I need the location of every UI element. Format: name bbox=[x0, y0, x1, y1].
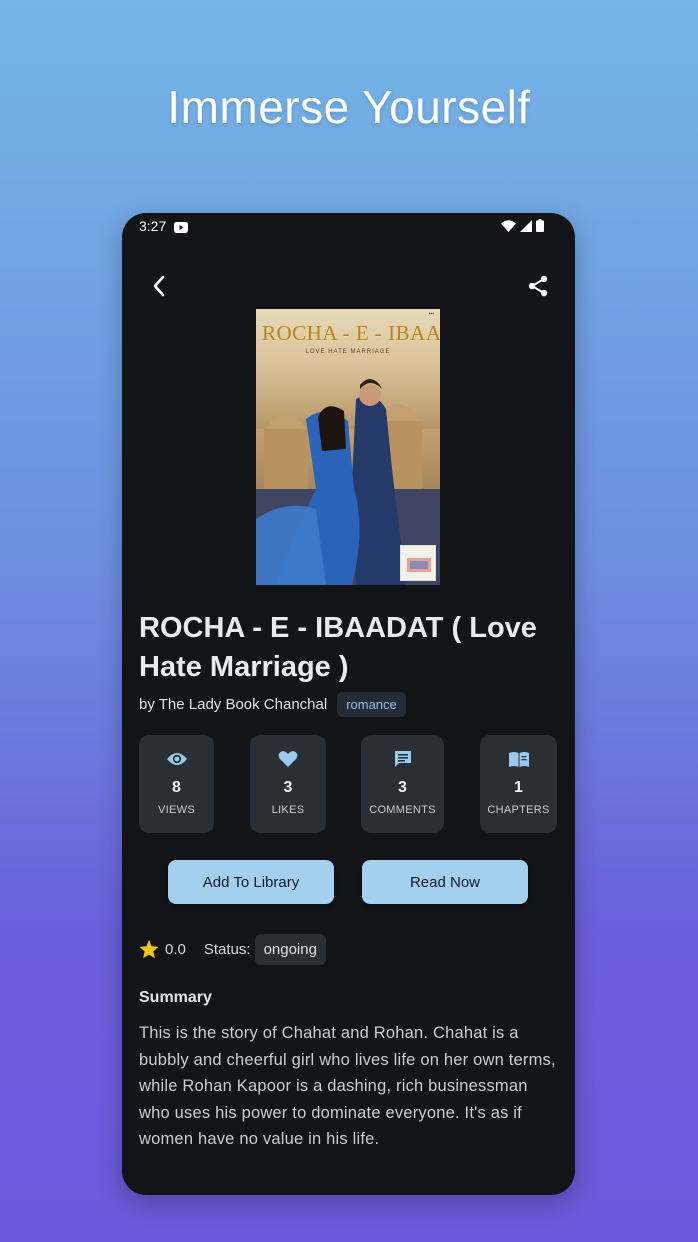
stat-likes[interactable]: 3 LIKES bbox=[250, 735, 326, 833]
stat-label: COMMENTS bbox=[369, 804, 436, 816]
top-nav bbox=[122, 268, 575, 302]
stat-value: 3 bbox=[398, 779, 407, 796]
author-name[interactable]: by The Lady Book Chanchal bbox=[139, 696, 327, 713]
share-icon bbox=[528, 275, 548, 297]
chevron-left-icon bbox=[153, 275, 165, 297]
status-label: Status: bbox=[203, 940, 251, 958]
status-bar: 3:27 bbox=[122, 213, 575, 239]
stat-comments[interactable]: 3 COMMENTS bbox=[361, 735, 444, 833]
battery-icon bbox=[536, 219, 544, 232]
status-chip: ongoing bbox=[254, 933, 326, 965]
stat-value: 3 bbox=[283, 779, 293, 796]
back-button[interactable] bbox=[144, 271, 174, 301]
rating-row: 0.0 Status: ongoing bbox=[139, 933, 326, 965]
book-title: ROCHA - E - IBAADAT ( Love Hate Marriage… bbox=[139, 612, 537, 683]
stat-label: CHAPTERS bbox=[487, 804, 550, 816]
share-button[interactable] bbox=[521, 269, 555, 303]
cover-subtitle: LOVE HATE MARRIAGE bbox=[305, 349, 391, 355]
youtube-notification-icon bbox=[174, 220, 188, 236]
summary-text: This is the story of Chahat and Rohan. C… bbox=[139, 1024, 556, 1148]
add-to-library-button[interactable]: Add To Library bbox=[168, 860, 334, 904]
star-icon bbox=[139, 939, 159, 958]
cover-title: ROCHA - E - IBAADAT bbox=[262, 321, 440, 345]
signal-icon bbox=[520, 219, 532, 232]
stat-views: 8 VIEWS bbox=[139, 735, 214, 833]
promo-headline: Immerse Yourself bbox=[167, 81, 531, 133]
publisher-logo bbox=[400, 545, 436, 581]
stat-chapters[interactable]: 1 CHAPTERS bbox=[480, 735, 557, 833]
stat-label: VIEWS bbox=[158, 804, 195, 816]
book-icon bbox=[508, 749, 530, 769]
heart-icon bbox=[278, 749, 298, 769]
stat-value: 1 bbox=[514, 779, 523, 796]
read-now-button[interactable]: Read Now bbox=[362, 860, 528, 904]
status-icons bbox=[501, 219, 544, 232]
stat-value: 8 bbox=[172, 779, 181, 796]
wifi-icon bbox=[501, 219, 516, 232]
stats-row: 8 VIEWS 3 LIKES 3 COMMENTS 1 CHAPTERS bbox=[139, 735, 559, 833]
book-cover: ▪▪▪ ROCHA - E - IBAADAT LOVE HATE MARRIA… bbox=[256, 309, 440, 585]
cover-badge: ▪▪▪ bbox=[428, 311, 434, 317]
status-time: 3:27 bbox=[139, 218, 167, 234]
stat-label: LIKES bbox=[271, 804, 305, 816]
comment-icon bbox=[394, 749, 412, 769]
rating-value: 0.0 bbox=[165, 940, 186, 958]
summary-heading: Summary bbox=[139, 989, 212, 1006]
author-row: by The Lady Book Chanchal romance bbox=[139, 691, 406, 717]
eye-icon bbox=[166, 749, 188, 769]
phone-screen: 3:27 ▪▪▪ ROCHA - E - IBAADAT LOVE HATE M… bbox=[122, 213, 575, 1195]
genre-chip[interactable]: romance bbox=[337, 691, 406, 717]
